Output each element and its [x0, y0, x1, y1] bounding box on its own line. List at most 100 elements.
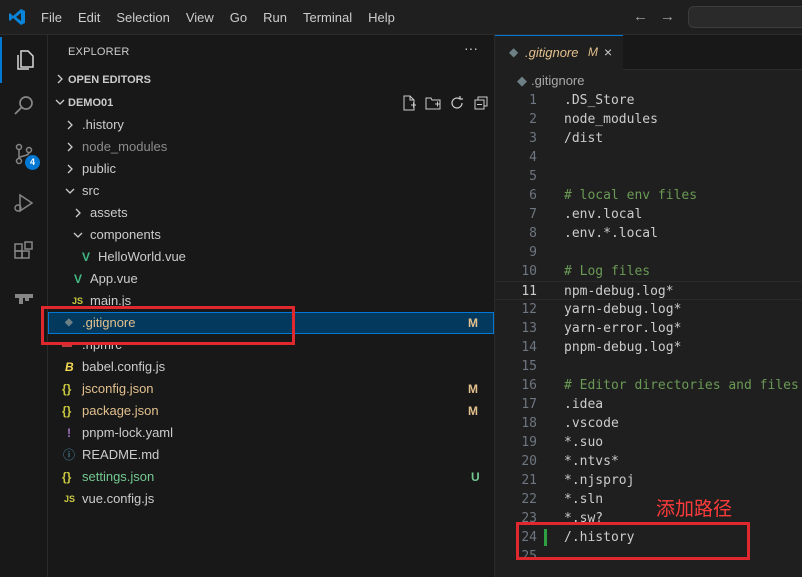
tree-file-vue-config[interactable]: JS vue.config.js: [48, 488, 494, 510]
line-text: .env.*.local: [564, 226, 658, 241]
menu-item-edit[interactable]: Edit: [70, 0, 108, 35]
menu-item-terminal[interactable]: Terminal: [295, 0, 360, 35]
tree-item-label: .history: [82, 117, 124, 132]
tree-file-babel-config[interactable]: B babel.config.js: [48, 356, 494, 378]
line-number: 6: [529, 188, 537, 203]
menu-item-help[interactable]: Help: [360, 0, 403, 35]
new-folder-icon[interactable]: [425, 95, 441, 111]
tree-file-jsconfig[interactable]: {} jsconfig.json M: [48, 378, 494, 400]
json-file-icon: {}: [62, 404, 72, 418]
code-line[interactable]: 17 .idea: [495, 395, 802, 414]
new-file-icon[interactable]: [401, 95, 417, 111]
tree-item-label: package.json: [82, 403, 159, 418]
menu-item-go[interactable]: Go: [222, 0, 255, 35]
tree-folder-src[interactable]: src: [48, 180, 494, 202]
tree-folder-public[interactable]: public: [48, 158, 494, 180]
close-icon[interactable]: ×: [604, 44, 612, 60]
refresh-icon[interactable]: [449, 95, 465, 111]
code-line[interactable]: 10 # Log files: [495, 262, 802, 281]
tree-folder-node-modules[interactable]: node_modules: [48, 136, 494, 158]
explorer-button[interactable]: [0, 37, 48, 83]
line-number: 18: [521, 416, 537, 431]
remote-explorer-icon: [15, 294, 33, 304]
tab-bar: ◆ .gitignore M ×: [495, 35, 802, 70]
code-line[interactable]: 9: [495, 243, 802, 262]
tree-item-label: App.vue: [90, 271, 138, 286]
menu-item-view[interactable]: View: [178, 0, 222, 35]
line-text: yarn-debug.log*: [564, 302, 682, 317]
tree-file-app-vue[interactable]: V App.vue: [48, 268, 494, 290]
line-number: 2: [529, 112, 537, 127]
code-line[interactable]: 21 *.njsproj: [495, 471, 802, 490]
back-arrow-icon[interactable]: ←: [633, 8, 648, 25]
breadcrumb[interactable]: ◆ .gitignore: [517, 73, 584, 89]
code-line[interactable]: 13 yarn-error.log*: [495, 319, 802, 338]
project-label: DEMO01: [68, 97, 114, 109]
annotation-box-history-line: [516, 522, 750, 560]
code-line[interactable]: 3/dist: [495, 129, 802, 148]
project-section[interactable]: DEMO01: [48, 92, 495, 114]
command-center-search[interactable]: [688, 6, 802, 28]
code-line[interactable]: 20 *.ntvs*: [495, 452, 802, 471]
git-file-icon: ◆: [509, 45, 519, 59]
line-text: # local env files: [564, 188, 698, 203]
extensions-button[interactable]: [0, 229, 48, 275]
collapse-all-icon[interactable]: [473, 95, 489, 111]
menu-item-file[interactable]: File: [33, 0, 70, 35]
tree-folder-assets[interactable]: assets: [48, 202, 494, 224]
code-line[interactable]: 22 *.sln: [495, 490, 802, 509]
line-number: 22: [521, 492, 537, 507]
tree-file-helloworld-vue[interactable]: V HelloWorld.vue: [48, 246, 494, 268]
code-line[interactable]: 5: [495, 167, 802, 186]
more-actions-button[interactable]: ···: [464, 40, 478, 56]
tree-file-pnpm-lock[interactable]: ! pnpm-lock.yaml: [48, 422, 494, 444]
code-line[interactable]: 6 # local env files: [495, 186, 802, 205]
code-line[interactable]: 12 yarn-debug.log*: [495, 300, 802, 319]
git-status-modified: M: [468, 404, 478, 418]
json-file-icon: {}: [62, 382, 72, 396]
code-line[interactable]: 4: [495, 148, 802, 167]
tree-file-settings-json[interactable]: {} settings.json U: [48, 466, 494, 488]
forward-arrow-icon[interactable]: →: [660, 8, 675, 25]
tab-gitignore[interactable]: ◆ .gitignore M ×: [495, 35, 623, 70]
run-debug-button[interactable]: [0, 180, 48, 226]
tree-item-label: vue.config.js: [82, 491, 155, 506]
tree-folder-history[interactable]: .history: [48, 114, 494, 136]
menu-item-selection[interactable]: Selection: [108, 0, 177, 35]
code-line[interactable]: 2 node_modules: [495, 110, 802, 129]
code-line[interactable]: 7 .env.local: [495, 205, 802, 224]
line-text: yarn-error.log*: [564, 321, 682, 336]
line-text: *.njsproj: [564, 473, 635, 488]
line-number: 21: [521, 473, 537, 488]
line-number: 12: [521, 302, 537, 317]
source-control-button[interactable]: 4: [0, 131, 48, 177]
line-text: .DS_Store: [564, 93, 635, 108]
tree-folder-components[interactable]: components: [48, 224, 494, 246]
search-button[interactable]: [0, 83, 48, 129]
code-line[interactable]: 16 # Editor directories and files: [495, 376, 802, 395]
code-line[interactable]: 1 .DS_Store: [495, 91, 802, 110]
info-file-icon: ⓘ: [63, 448, 76, 462]
code-line[interactable]: 14 pnpm-debug.log*: [495, 338, 802, 357]
tree-item-label: src: [82, 183, 100, 198]
line-text: npm-debug.log*: [564, 284, 674, 299]
line-text: # Log files: [564, 264, 651, 279]
line-number: 9: [529, 245, 537, 260]
code-line[interactable]: 18 .vscode: [495, 414, 802, 433]
chevron-right-icon: [67, 142, 73, 152]
line-number: 7: [529, 207, 537, 222]
code-line[interactable]: 19 *.suo: [495, 433, 802, 452]
code-line[interactable]: 15: [495, 357, 802, 376]
open-editors-section[interactable]: OPEN EDITORS: [48, 69, 495, 91]
menu-item-run[interactable]: Run: [255, 0, 295, 35]
line-number: 17: [521, 397, 537, 412]
tree-file-readme[interactable]: ⓘ README.md: [48, 444, 494, 466]
tree-file-package-json[interactable]: {} package.json M: [48, 400, 494, 422]
code-line[interactable]: 8 .env.*.local: [495, 224, 802, 243]
vue-file-icon: V: [82, 250, 91, 264]
tree-item-label: node_modules: [82, 139, 168, 154]
code-line[interactable]: 11 npm-debug.log*: [495, 281, 802, 300]
yaml-file-icon: !: [67, 426, 71, 440]
chevron-down-icon: [55, 99, 65, 105]
line-number: 16: [521, 378, 537, 393]
